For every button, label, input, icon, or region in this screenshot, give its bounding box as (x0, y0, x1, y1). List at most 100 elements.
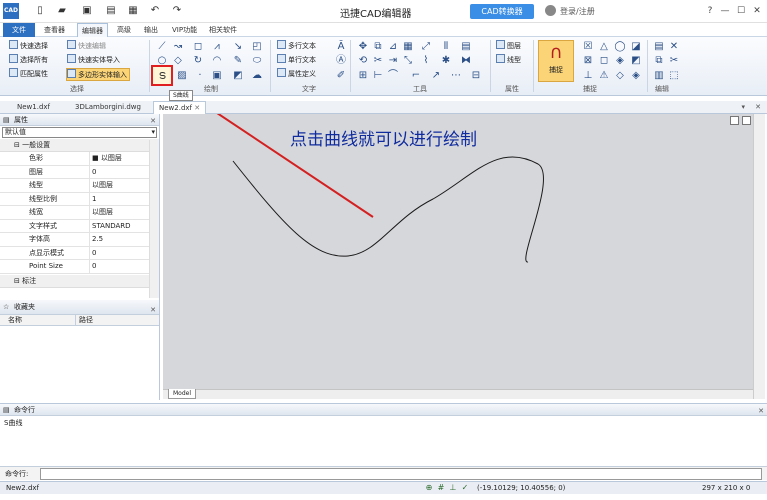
panel-close-icon[interactable]: ✕ (150, 303, 156, 318)
save-as-icon[interactable]: ▤ (104, 4, 118, 18)
select-window-icon[interactable]: ⬚ (668, 70, 680, 82)
chamfer-icon[interactable]: ⌐ (410, 70, 422, 82)
menu-file[interactable]: 文件 (3, 23, 35, 37)
arc-icon[interactable]: ◠ (211, 55, 223, 67)
command-input[interactable] (40, 468, 762, 480)
quick-edit-button[interactable]: 快速编辑 (67, 40, 106, 53)
clipboard-icon[interactable]: ▥ (653, 70, 665, 82)
prop-row[interactable]: 点显示模式 0 (0, 246, 159, 260)
menu-viewer[interactable]: 查看器 (40, 23, 69, 37)
measure-icon[interactable]: ⊢ (372, 70, 384, 82)
quick-select-button[interactable]: 快速选择 (9, 40, 48, 53)
snap-extension-icon[interactable]: ◩ (630, 55, 642, 67)
scale-icon[interactable]: ⤢ (420, 41, 432, 53)
delete-icon[interactable]: ✕ (668, 41, 680, 53)
copy-icon[interactable]: ⧉ (372, 41, 384, 53)
group-annotation[interactable]: ⊟ 标注 (0, 274, 159, 288)
prop-row[interactable]: 字体高 2.5 (0, 233, 159, 247)
find-text-icon[interactable]: Ⓐ (335, 55, 347, 67)
polar-status-icon[interactable]: ✓ (460, 483, 470, 493)
user-icon[interactable] (545, 5, 556, 16)
col-path[interactable]: 路径 (76, 315, 93, 325)
snap-button[interactable]: ∩ 捕捉 (538, 40, 574, 82)
menu-related[interactable]: 相关软件 (205, 23, 241, 37)
grid-status-icon[interactable]: # (436, 483, 446, 493)
curve-tool-button[interactable]: ട (151, 65, 173, 86)
model-tab[interactable]: Model (168, 389, 197, 399)
select-all-button[interactable]: 选择所有 (9, 54, 48, 67)
properties-scrollbar[interactable] (149, 140, 159, 298)
login-link[interactable]: 登录/注册 (560, 6, 595, 17)
prop-row[interactable]: 图层 0 (0, 165, 159, 179)
mirror-icon[interactable]: ⊿ (387, 41, 399, 53)
polygon-entity-input-button[interactable]: 多边形实体输入 (66, 68, 130, 81)
multiline-text-button[interactable]: 多行文本 (277, 40, 316, 53)
snap-tangent-icon[interactable]: ◪ (630, 41, 642, 53)
menu-advanced[interactable]: 高级 (113, 23, 135, 37)
hatch-icon[interactable]: ▨ (176, 70, 188, 82)
multiline-icon[interactable]: ⩘ (211, 41, 223, 53)
rotate-icon[interactable]: ↻ (192, 55, 204, 67)
cut-icon[interactable]: ✂ (668, 55, 680, 67)
undo-icon[interactable]: ↶ (148, 4, 162, 18)
quick-entity-import-button[interactable]: 快速实体导入 (67, 54, 120, 67)
text-edit-icon[interactable]: ✐ (335, 70, 347, 82)
linetype-button[interactable]: 线型 (496, 54, 521, 67)
image-icon[interactable]: ▣ (211, 70, 223, 82)
break-icon[interactable]: ⌇ (420, 55, 432, 67)
explode-icon[interactable]: ✱ (440, 55, 452, 67)
tab-new1[interactable]: New1.dxf (12, 101, 55, 114)
properties-selector[interactable]: 默认值 ▾ (2, 127, 157, 138)
print-icon[interactable]: ▦ (126, 4, 140, 18)
region-icon[interactable]: ◩ (232, 70, 244, 82)
menu-output[interactable]: 输出 (140, 23, 162, 37)
single-line-text-button[interactable]: 单行文本 (277, 54, 316, 67)
block-icon[interactable]: ◰ (251, 41, 263, 53)
minimize-button[interactable]: — (718, 4, 732, 18)
tab-3dlamborgini[interactable]: 3DLamborgini.dwg (70, 101, 146, 114)
rotate-tool-icon[interactable]: ⟲ (357, 55, 369, 67)
lengthen-icon[interactable]: ↗ (430, 70, 442, 82)
rectangle-icon[interactable]: ◻ (192, 41, 204, 53)
layer-button[interactable]: 图层 (496, 40, 521, 53)
snap-perpendicular-icon[interactable]: ⊥ (582, 70, 594, 82)
array-icon[interactable]: ▦ (402, 41, 414, 53)
properties-tool-icon[interactable]: ⊟ (470, 70, 482, 82)
drawing-canvas[interactable] (163, 114, 753, 389)
maximize-button[interactable]: ☐ (734, 4, 748, 18)
polyline-icon[interactable]: ↝ (172, 41, 184, 53)
redo-icon[interactable]: ↷ (170, 4, 184, 18)
snap-center-icon[interactable]: ◯ (614, 41, 626, 53)
fillet-icon[interactable]: ⌒ (387, 70, 399, 82)
group-general[interactable]: ⊟ 一般设置 (0, 139, 159, 152)
snap-quadrant-icon[interactable]: ◻ (598, 55, 610, 67)
line-icon[interactable]: ⟋ (156, 41, 168, 53)
cad-converter-button[interactable]: CAD转换器 (470, 4, 534, 19)
tabs-menu-icon[interactable]: ▾ (741, 103, 745, 111)
prop-row[interactable]: 线宽 以图层 (0, 206, 159, 220)
menu-vip[interactable]: VIP功能 (168, 23, 201, 37)
diamond-icon[interactable]: ◇ (172, 55, 184, 67)
maximize-canvas-icon[interactable] (742, 116, 751, 125)
ortho-status-icon[interactable]: ⊥ (448, 483, 458, 493)
new-icon[interactable]: ▯ (33, 4, 47, 18)
snap-insert-icon[interactable]: ◈ (630, 70, 642, 82)
offset-icon[interactable]: ⫴ (440, 41, 452, 53)
pencil-icon[interactable]: ✎ (232, 55, 244, 67)
close-button[interactable]: ✕ (750, 4, 764, 18)
save-icon[interactable]: ▣ (80, 4, 94, 18)
move-icon[interactable]: ✥ (357, 41, 369, 53)
paste-icon[interactable]: ▤ (653, 41, 665, 53)
attribute-definition-button[interactable]: 属性定义 (277, 68, 316, 81)
snap-midpoint-icon[interactable]: △ (598, 41, 610, 53)
point-icon[interactable]: · (194, 70, 206, 82)
tab-new2[interactable]: New2.dxf ✕ (153, 101, 207, 114)
layer-tool-icon[interactable]: ▤ (460, 41, 472, 53)
restore-canvas-icon[interactable] (730, 116, 739, 125)
menu-editor[interactable]: 编辑器 (77, 23, 108, 37)
divide-icon[interactable]: ⋯ (450, 70, 462, 82)
ellipse-icon[interactable]: ⬭ (251, 55, 263, 67)
match-properties-button[interactable]: 匹配属性 (9, 68, 48, 81)
trim-icon[interactable]: ✂ (372, 55, 384, 67)
snap-endpoint-icon[interactable]: ☒ (582, 41, 594, 53)
